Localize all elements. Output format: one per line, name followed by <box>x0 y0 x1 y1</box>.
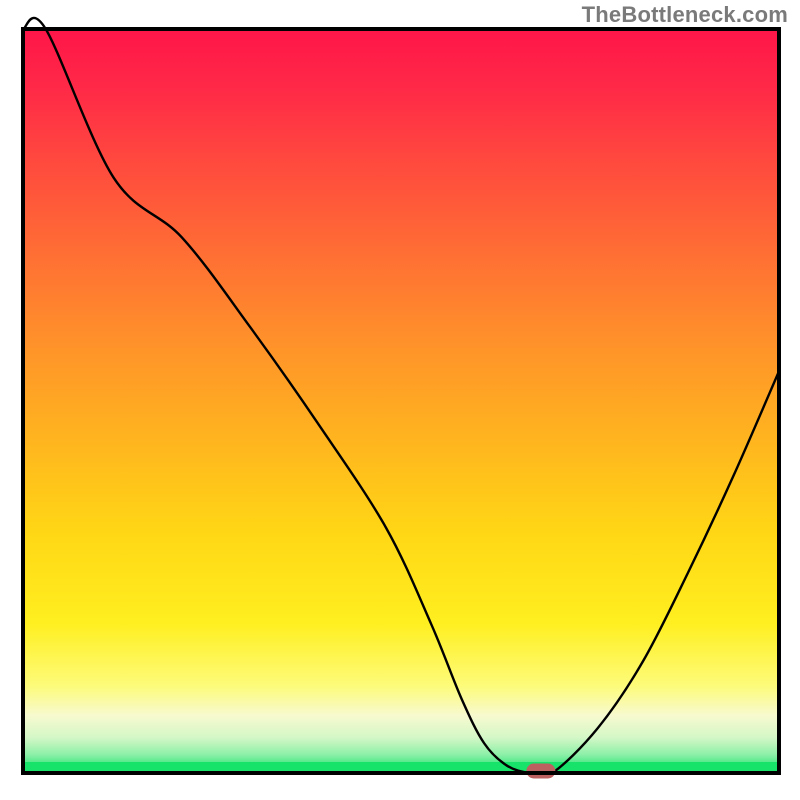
chart-stage: TheBottleneck.com <box>0 0 800 800</box>
bottleneck-chart <box>0 0 800 800</box>
chart-green-baseline <box>25 762 777 771</box>
chart-background-gradient <box>25 31 777 771</box>
